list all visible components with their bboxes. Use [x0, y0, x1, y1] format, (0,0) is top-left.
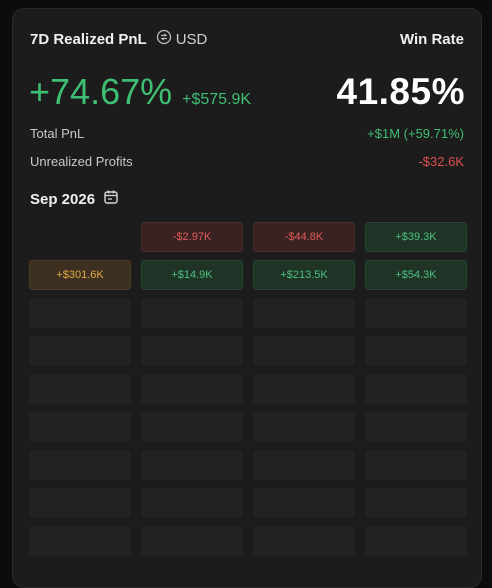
- calendar-day-cell[interactable]: -$2.97K: [141, 222, 243, 252]
- card-header: 7D Realized PnL USD Win Rate: [30, 29, 464, 49]
- calendar-day-cell[interactable]: [253, 412, 355, 442]
- calendar-spacer: [29, 222, 131, 252]
- currency-toggle[interactable]: USD: [156, 29, 208, 49]
- calendar-day-cell[interactable]: [365, 298, 467, 328]
- calendar-day-cell[interactable]: [365, 526, 467, 556]
- calendar-day-cell[interactable]: [365, 374, 467, 404]
- calendar-day-cell[interactable]: [141, 412, 243, 442]
- calendar-grid: -$2.97K -$44.8K +$39.3K +$301.6K +$14.9K +$21…: [29, 222, 469, 556]
- calendar-day-cell[interactable]: [29, 412, 131, 442]
- calendar-day-cell[interactable]: [141, 450, 243, 480]
- total-pnl-label: Total PnL: [30, 125, 85, 141]
- calendar-day-cell[interactable]: [365, 412, 467, 442]
- calendar-day-cell[interactable]: [365, 450, 467, 480]
- calendar-day-cell[interactable]: [253, 488, 355, 518]
- calendar-day-cell[interactable]: [29, 336, 131, 366]
- calendar-day-cell[interactable]: [365, 488, 467, 518]
- calendar-day-cell[interactable]: [29, 450, 131, 480]
- total-pnl-row: Total PnL +$1M (+59.71%): [30, 124, 464, 142]
- calendar-day-cell[interactable]: [29, 488, 131, 518]
- calendar-day-cell[interactable]: [29, 526, 131, 556]
- calendar-day-cell[interactable]: [141, 526, 243, 556]
- calendar-day-cell[interactable]: [29, 374, 131, 404]
- calendar-day-cell[interactable]: [253, 336, 355, 366]
- currency-label: USD: [175, 30, 208, 48]
- calendar-day-cell[interactable]: +$14.9K: [141, 260, 243, 290]
- calendar-day-cell[interactable]: [141, 488, 243, 518]
- win-rate-value: 41.85%: [336, 71, 465, 112]
- calendar-day-cell[interactable]: [141, 336, 243, 366]
- card-title: 7D Realized PnL: [30, 30, 147, 48]
- unrealized-label: Unrealized Profits: [30, 153, 133, 169]
- calendar-day-cell[interactable]: [253, 374, 355, 404]
- calendar-day-cell[interactable]: [253, 298, 355, 328]
- calendar-day-cell[interactable]: [141, 298, 243, 328]
- calendar-day-cell[interactable]: -$44.8K: [253, 222, 355, 252]
- pnl-card: 7D Realized PnL USD Win Rate +74.67% +$5…: [12, 8, 482, 588]
- currency-swap-icon: [156, 29, 176, 49]
- calendar-day-cell[interactable]: +$54.3K: [365, 260, 467, 290]
- realized-pnl-percent: +74.67%: [29, 71, 173, 112]
- unrealized-value: -$32.6K: [418, 153, 464, 169]
- win-rate-label: Win Rate: [399, 30, 464, 48]
- summary-values: +74.67% +$575.9K 41.85%: [29, 71, 465, 115]
- calendar-day-cell[interactable]: +$39.3K: [365, 222, 467, 252]
- calendar-day-cell[interactable]: +$213.5K: [253, 260, 355, 290]
- calendar-day-cell[interactable]: [141, 374, 243, 404]
- total-pnl-value: +$1M (+59.71%): [367, 125, 464, 141]
- realized-pnl-amount: +$575.9K: [182, 91, 252, 108]
- calendar-day-cell[interactable]: [365, 336, 467, 366]
- unrealized-row: Unrealized Profits -$32.6K: [30, 152, 464, 170]
- calendar-day-cell[interactable]: [253, 526, 355, 556]
- calendar-day-cell[interactable]: +$301.6K: [29, 260, 131, 290]
- calendar-day-cell[interactable]: [253, 450, 355, 480]
- month-selector[interactable]: Sep 2026: [30, 189, 119, 209]
- calendar-day-cell[interactable]: [29, 298, 131, 328]
- month-label: Sep 2026: [30, 190, 96, 208]
- calendar-icon[interactable]: [95, 189, 119, 209]
